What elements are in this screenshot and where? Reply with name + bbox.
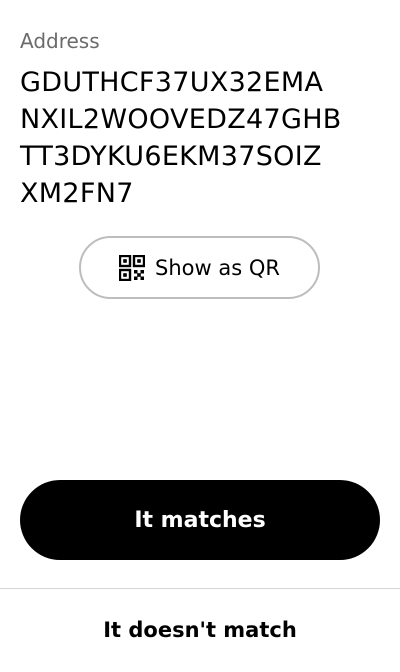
it-matches-button[interactable]: It matches <box>20 480 380 560</box>
show-as-qr-label: Show as QR <box>155 255 280 280</box>
address-line: GDUTHCF37UX32EMA <box>20 67 324 98</box>
it-doesnt-match-button[interactable]: It doesn't match <box>0 600 400 660</box>
show-as-qr-button[interactable]: Show as QR <box>79 236 320 299</box>
address-line: TT3DYKU6EKM37SOIZ <box>20 141 322 172</box>
divider <box>0 588 400 589</box>
address-line: NXIL2WOOVEDZ47GHB <box>20 104 342 135</box>
address-label: Address <box>20 29 100 53</box>
address-line: XM2FN7 <box>20 178 134 209</box>
address-verification-screen: Address GDUTHCF37UX32EMA NXIL2WOOVEDZ47G… <box>0 0 400 672</box>
address-value: GDUTHCF37UX32EMA NXIL2WOOVEDZ47GHB TT3DY… <box>20 64 385 212</box>
qr-code-icon <box>118 254 146 281</box>
